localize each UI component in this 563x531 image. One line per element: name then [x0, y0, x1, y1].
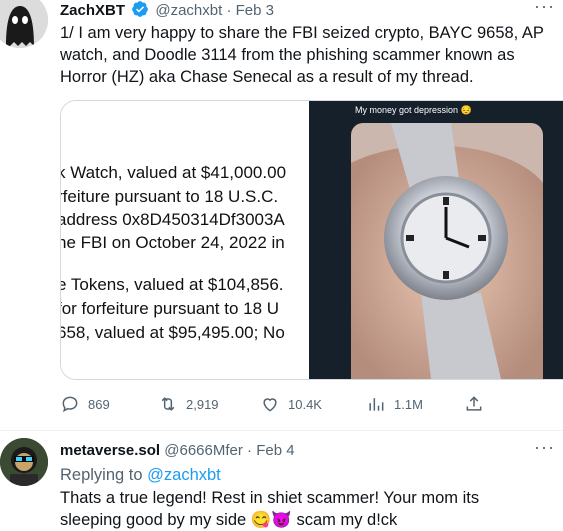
share-icon [466, 396, 482, 411]
more-options-icon[interactable]: ··· [534, 0, 555, 17]
document-line: for forfeiture pursuant to 18 U [61, 299, 280, 318]
media-document-image[interactable]: k Watch, valued at $41,000.00 rfeiture p… [61, 101, 309, 379]
tweet-header: metaverse.sol @6666Mfer · Feb 4 [60, 441, 295, 461]
reply-icon [62, 396, 78, 413]
document-line: e Tokens, valued at $104,856. [61, 275, 284, 294]
document-line: address 0x8D450314Df3003A [61, 210, 285, 229]
document-line: rfeiture pursuant to 18 U.S.C. [61, 187, 279, 206]
heart-icon [263, 398, 277, 412]
retweet-icon [161, 397, 175, 411]
document-line: k Watch, valued at $41,000.00 [61, 163, 287, 182]
tweet-text: 1/ I am very happy to share the FBI seiz… [60, 24, 544, 86]
views-chart-icon [369, 398, 384, 411]
replying-to-label: Replying to [60, 466, 143, 484]
author-name[interactable]: metaverse.sol [60, 442, 160, 459]
verified-badge-icon [131, 0, 149, 24]
views-count: 1.1M [394, 396, 423, 412]
replying-to-handle[interactable]: @zachxbt [147, 466, 221, 484]
avatar-metaverse-sol[interactable] [0, 438, 48, 486]
photo-caption: My money got depression 😔 [355, 105, 472, 115]
author-handle[interactable]: @6666Mfer [164, 442, 243, 459]
avatar-zachxbt[interactable] [0, 0, 48, 48]
tweet-zachxbt[interactable]: ZachXBT @zachxbt · Feb 3 ··· 1/ I am ver… [0, 0, 563, 430]
views-button[interactable]: 1.1M [366, 394, 423, 414]
reply-count: 869 [88, 396, 110, 412]
tweet-metaverse-sol[interactable]: metaverse.sol @6666Mfer · Feb 4 ··· Repl… [0, 431, 563, 531]
tweet-date[interactable]: Feb 3 [236, 2, 274, 19]
document-line: 658, valued at $95,495.00; No [61, 323, 285, 342]
watch-photo-icon [351, 123, 543, 379]
tweet-actions: 869 2,919 10.4K 1.1M [60, 394, 500, 416]
author-handle[interactable]: @zachxbt [155, 2, 222, 19]
tweet-header: ZachXBT @zachxbt · Feb 3 [60, 0, 274, 20]
replying-to: Replying to @zachxbt [60, 464, 221, 486]
tweet-date[interactable]: Feb 4 [256, 442, 294, 459]
dot-separator: · [247, 442, 253, 459]
reply-text-line: sleeping good by my side 😋😈 scam my d!ck [60, 511, 398, 529]
share-button[interactable] [464, 394, 484, 414]
author-name[interactable]: ZachXBT [60, 2, 125, 19]
retweet-button[interactable]: 2,919 [158, 394, 219, 414]
tweet-media[interactable]: k Watch, valued at $41,000.00 rfeiture p… [60, 100, 563, 380]
like-button[interactable]: 10.4K [260, 394, 322, 414]
reply-button[interactable]: 869 [60, 394, 110, 414]
reply-text-line: Thats a true legend! Rest in shiet scamm… [60, 489, 480, 507]
media-watch-photo[interactable]: My money got depression 😔 [309, 101, 563, 379]
pixel-avatar-icon [0, 438, 48, 486]
retweet-count: 2,919 [186, 396, 219, 412]
more-options-icon[interactable]: ··· [534, 437, 555, 458]
document-line: he FBI on October 24, 2022 in [61, 233, 285, 252]
ghost-avatar-icon [0, 0, 48, 48]
dot-separator: · [226, 2, 232, 19]
like-count: 10.4K [288, 396, 322, 412]
